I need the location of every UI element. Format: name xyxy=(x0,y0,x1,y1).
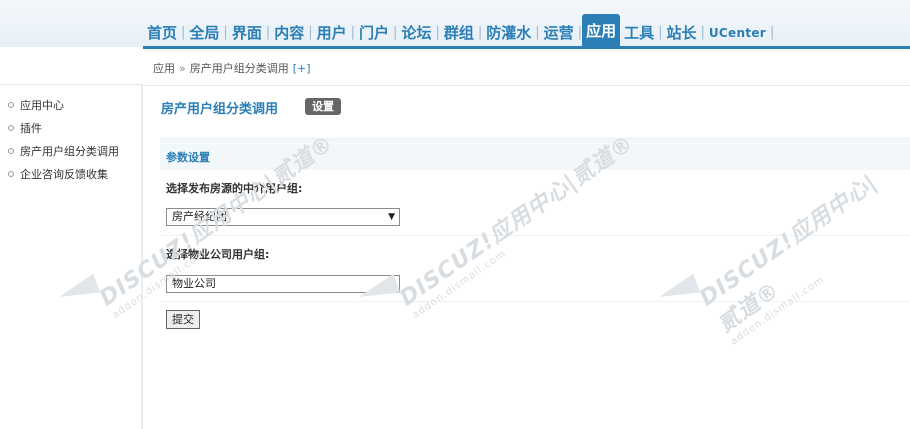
sidebar-item-house-group-call[interactable]: 房产用户组分类调用 xyxy=(8,143,119,159)
agent-group-select[interactable]: 房产经纪团 ▼ xyxy=(166,208,400,226)
watermark-brand: DISCUZ!应用中心|贰道® xyxy=(695,170,883,338)
breadcrumb-root[interactable]: 应用 xyxy=(153,60,175,76)
watermark: DISCUZ!应用中心|贰道® addon.dismall.com xyxy=(692,161,910,347)
property-company-group-value: 物业公司 xyxy=(172,277,216,290)
nav-item-forum[interactable]: 论坛 xyxy=(397,19,435,47)
sidebar-border xyxy=(141,85,143,429)
property-company-group-label: 选择物业公司用户组: xyxy=(166,248,270,261)
nav-item-webmaster[interactable]: 站长 xyxy=(662,19,700,47)
bullet-icon xyxy=(8,102,14,108)
breadcrumb-current: 房产用户组分类调用 xyxy=(189,62,289,75)
submit-button[interactable]: 提交 xyxy=(166,310,200,329)
nav-item-interface[interactable]: 界面 xyxy=(228,19,266,47)
row-divider xyxy=(160,301,910,302)
sidebar-item-app-center[interactable]: 应用中心 xyxy=(8,97,64,113)
nav-item-global[interactable]: 全局 xyxy=(185,19,223,47)
nav-item-content[interactable]: 内容 xyxy=(270,19,308,47)
nav-item-antispam[interactable]: 防灌水 xyxy=(482,19,535,47)
sidebar-item-enterprise-feedback[interactable]: 企业咨询反馈收集 xyxy=(8,166,108,182)
nav-separator: | xyxy=(770,25,775,40)
nav-item-tools[interactable]: 工具 xyxy=(620,19,658,47)
page-title: 房产用户组分类调用 xyxy=(161,102,279,117)
section-header: 参数设置 xyxy=(160,138,910,170)
nav-item-operation[interactable]: 运营 xyxy=(540,19,578,47)
breadcrumb-toggle[interactable]: [+] xyxy=(293,62,311,75)
sidebar-item-plugins[interactable]: 插件 xyxy=(8,120,42,136)
watermark-url: addon.dismall.com xyxy=(110,248,209,322)
dropdown-arrow-icon: ▼ xyxy=(388,212,395,222)
bullet-icon xyxy=(8,148,14,154)
nav-item-apps[interactable]: 应用 xyxy=(582,14,621,47)
sidebar-item-label: 应用中心 xyxy=(20,99,64,112)
nav-item-home[interactable]: 首页 xyxy=(143,19,181,47)
section-title: 参数设置 xyxy=(166,151,210,164)
breadcrumb-separator: » xyxy=(179,61,186,75)
watermark-url: addon.dismall.com xyxy=(728,274,827,348)
agent-group-label: 选择发布房源的中介用户组: xyxy=(166,182,303,195)
breadcrumb: 应用 » 房产用户组分类调用 [+] xyxy=(153,60,311,76)
agent-group-value: 房产经纪团 xyxy=(172,210,227,223)
top-nav: 首页 | 全局 | 界面 | 内容 | 用户 | 门户 | 论坛 | 群组 | … xyxy=(143,14,774,47)
nav-item-users[interactable]: 用户 xyxy=(313,19,351,47)
breadcrumb-bar: 应用 » 房产用户组分类调用 [+] xyxy=(143,49,910,86)
nav-item-groups[interactable]: 群组 xyxy=(440,19,478,47)
nav-item-portal[interactable]: 门户 xyxy=(355,19,393,47)
row-divider xyxy=(160,235,910,236)
sidebar xyxy=(0,85,141,429)
bullet-icon xyxy=(8,171,14,177)
sidebar-item-label: 插件 xyxy=(20,122,42,135)
nav-item-ucenter[interactable]: UCenter xyxy=(705,19,770,47)
bullet-icon xyxy=(8,125,14,131)
sidebar-item-label: 房产用户组分类调用 xyxy=(20,145,119,158)
sidebar-item-label: 企业咨询反馈收集 xyxy=(20,168,108,181)
tab-settings[interactable]: 设置 xyxy=(305,98,341,115)
watermark-url: addon.dismall.com xyxy=(410,248,509,322)
